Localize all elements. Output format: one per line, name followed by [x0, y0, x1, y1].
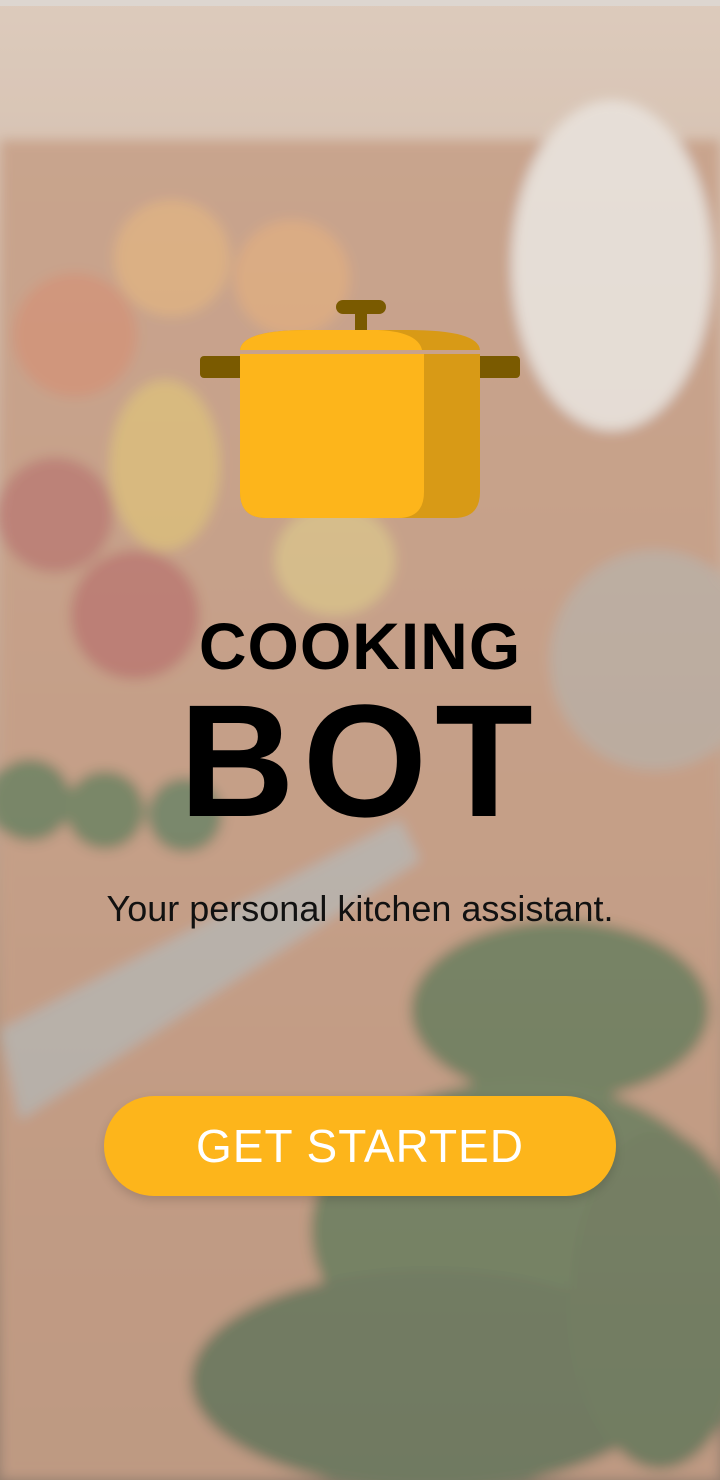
- welcome-screen: COOKING BOT Your personal kitchen assist…: [0, 0, 720, 1480]
- app-title-line2: BOT: [179, 671, 541, 850]
- tagline: Your personal kitchen assistant.: [106, 888, 614, 929]
- cooking-pot-icon: [200, 300, 520, 518]
- get-started-button[interactable]: GET STARTED: [104, 1096, 616, 1196]
